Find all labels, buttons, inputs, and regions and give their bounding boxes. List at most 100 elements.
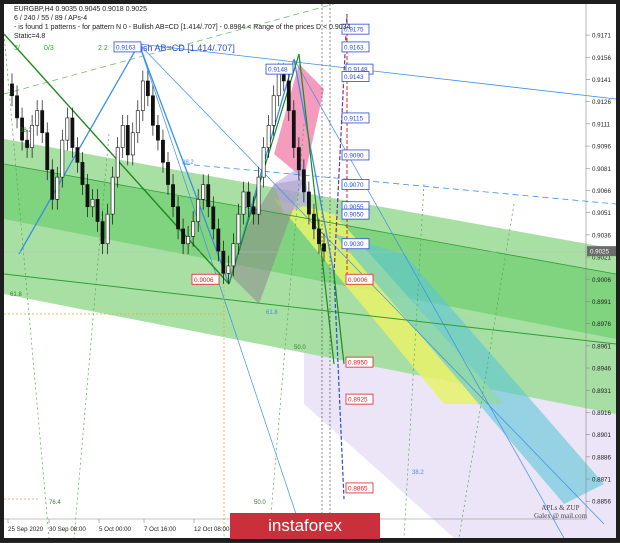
level-label: 0.9115: [344, 115, 364, 122]
level-label: 0.9030: [344, 241, 364, 248]
candle-body: [276, 73, 281, 97]
fib-label: 38.2: [20, 128, 32, 134]
candle-body: [206, 184, 211, 208]
candle-body: [312, 213, 316, 230]
candle-body: [251, 206, 256, 215]
candle-body: [151, 95, 155, 126]
candle-body: [161, 139, 165, 163]
candle-body: [90, 199, 95, 208]
candle-body: [226, 265, 231, 274]
y-tick-label: 0.8961: [592, 343, 611, 350]
y-tick-label: 0.9111: [592, 121, 611, 128]
candle-body: [15, 95, 19, 119]
watermark-line: Galex @ mail.com: [534, 512, 587, 520]
candle-body: [201, 184, 206, 200]
candle-body: [317, 228, 321, 245]
x-tick-label: 25 Sep 2020: [8, 526, 44, 533]
candle-body: [286, 80, 291, 111]
candle-body: [156, 125, 160, 141]
candle-body: [296, 147, 301, 171]
header-line: Static=4.8: [14, 33, 46, 40]
candle-body: [307, 191, 311, 215]
candle-body: [25, 139, 29, 148]
candle-body: [60, 139, 65, 178]
y-tick-label: 0.8976: [592, 321, 611, 328]
y-tick-label: 0.9066: [592, 188, 611, 195]
fib-label: 61.8: [10, 292, 22, 298]
level-label: 0.9148: [268, 67, 288, 74]
level-label: 0.9006: [348, 277, 368, 284]
level-label: 0.9143: [344, 74, 364, 81]
candle-body: [166, 162, 170, 185]
candle-body: [105, 213, 110, 245]
level-label: 0.9163: [344, 44, 364, 51]
watermark-line: APLs & ZUP: [541, 504, 580, 512]
candle-body: [70, 117, 75, 148]
candle-body: [125, 125, 130, 156]
candle-body: [145, 80, 150, 97]
candle-body: [176, 206, 180, 230]
candle-body: [40, 110, 45, 134]
candle-body: [231, 243, 236, 267]
candle-body: [35, 110, 40, 126]
y-tick-label: 0.8871: [592, 477, 611, 484]
chart-area[interactable]: 38.2 61.8 38.2 61.8 50.0 38.2 76.4 50.0 …: [3, 3, 617, 539]
candle-body: [50, 169, 55, 200]
candle-body: [115, 147, 120, 178]
candle-body: [120, 125, 125, 148]
pattern-label: Bullish AB=CD [1.414/.707]: [126, 43, 235, 53]
y-tick-label: 0.9141: [592, 77, 611, 84]
candle-body: [216, 228, 221, 252]
candle-body: [135, 110, 140, 134]
header-line: 6 / 240 / 55 / 89 / APs-4: [14, 15, 88, 22]
level-label: 0.9050: [344, 212, 364, 219]
candle-body: [75, 147, 80, 163]
x-tick-label: 7 Oct 16:00: [144, 526, 177, 533]
fib-label: 76.4: [49, 500, 61, 506]
y-tick-label: 0.9171: [592, 33, 611, 40]
y-tick-label: 0.8916: [592, 410, 611, 417]
y-tick-label: 0.9096: [592, 144, 611, 151]
candle-body: [221, 250, 226, 274]
y-tick-label: 0.9126: [592, 99, 611, 106]
candle-body: [301, 169, 306, 193]
level-label: 0.8950: [348, 360, 368, 367]
candle-body: [130, 132, 135, 156]
fib-label: 38.2: [182, 160, 194, 166]
x-tick-label: 30 Sep 08:00: [49, 526, 86, 533]
candle-body: [110, 176, 115, 215]
y-tick-label: 0.8856: [592, 499, 611, 506]
candle-body: [171, 184, 175, 208]
candle-body: [236, 213, 241, 245]
candle-body: [246, 191, 251, 208]
level-label: 0.9163: [116, 44, 136, 51]
candle-body: [80, 162, 85, 185]
candle-body: [191, 221, 196, 237]
x-tick-label: 5 Oct 00:00: [99, 526, 132, 533]
candle-body: [65, 117, 70, 141]
candle-body: [261, 147, 266, 178]
y-tick-label: 0.9036: [592, 232, 611, 239]
candle-body: [181, 228, 185, 245]
candle-body: [271, 95, 276, 126]
header-line: EURGBP,H4 0.9035 0.9045 0.9018 0.9025: [14, 6, 147, 13]
counter-label: 0/3: [44, 45, 54, 52]
fib-label: 50.0: [254, 500, 266, 506]
level-label: 0.9006: [194, 277, 214, 284]
candle-body: [55, 176, 60, 200]
candle-body: [100, 221, 105, 245]
header-line: - is found 1 patterns - for pattern N 0 …: [14, 24, 351, 31]
candle-body: [241, 191, 246, 215]
y-tick-label: 0.9081: [592, 166, 611, 173]
level-label: 0.9090: [344, 152, 364, 159]
candle-body: [322, 243, 326, 252]
candle-body: [256, 176, 261, 215]
y-tick-label: 0.9156: [592, 55, 611, 62]
watermark: APLs & ZUP Galex @ mail.com: [534, 504, 587, 520]
fib-label: 38.2: [412, 470, 424, 476]
chart-frame: 38.2 61.8 38.2 61.8 50.0 38.2 76.4 50.0 …: [0, 0, 620, 542]
y-tick-label: 0.9006: [592, 277, 611, 284]
candle-body: [186, 236, 191, 245]
current-price-label: 0.9025: [590, 249, 609, 256]
candle-body: [10, 83, 14, 97]
